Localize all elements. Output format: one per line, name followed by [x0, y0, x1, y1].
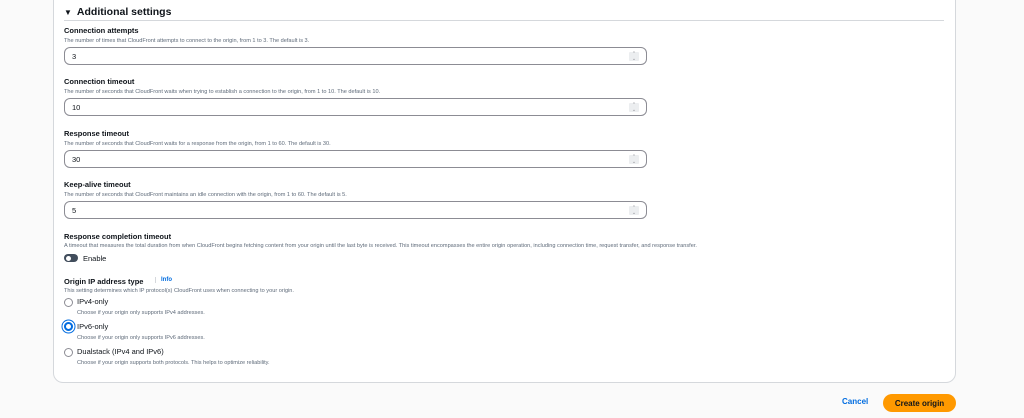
radio-label: IPv6-only [77, 322, 109, 331]
keepalive-timeout-label: Keep-alive timeout [64, 180, 131, 189]
connection-attempts-input[interactable]: 3 ⌃ ⌄ [64, 47, 647, 65]
completion-timeout-description: A timeout that measures the total durati… [64, 243, 697, 249]
input-value: 30 [72, 154, 81, 164]
radio-description: Choose if your origin only supports IPv6… [77, 335, 205, 341]
keepalive-timeout-description: The number of seconds that CloudFront ma… [64, 192, 347, 198]
radio-label: IPv4-only [77, 297, 109, 306]
spinner-icon[interactable]: ⌃ ⌄ [629, 52, 639, 61]
spinner-icon[interactable]: ⌃ ⌄ [629, 155, 639, 164]
enable-toggle[interactable] [64, 254, 78, 262]
radio-description: Choose if your origin only supports IPv4… [77, 310, 205, 316]
response-timeout-input[interactable]: 30 ⌃ ⌄ [64, 150, 647, 168]
input-value: 10 [72, 102, 81, 112]
input-value: 5 [72, 205, 77, 215]
connection-timeout-input[interactable]: 10 ⌃ ⌄ [64, 98, 647, 116]
connection-timeout-label: Connection timeout [64, 77, 135, 86]
enable-label: Enable [83, 254, 107, 263]
divider [64, 20, 944, 21]
info-link[interactable]: Info [155, 277, 172, 283]
keepalive-timeout-input[interactable]: 5 ⌃ ⌄ [64, 201, 647, 219]
connection-timeout-description: The number of seconds that CloudFront wa… [64, 89, 381, 95]
caret-down-icon: ▼ [64, 7, 72, 17]
spinner-icon[interactable]: ⌃ ⌄ [629, 103, 639, 112]
section-title: Additional settings [76, 6, 172, 18]
connection-attempts-label: Connection attempts [64, 26, 139, 35]
response-timeout-label: Response timeout [64, 129, 130, 138]
create-origin-button[interactable]: Create origin [883, 394, 956, 412]
cancel-button[interactable]: Cancel [842, 397, 868, 406]
radio-ipv6-only[interactable] [64, 322, 73, 331]
radio-ipv4-only[interactable] [64, 298, 73, 307]
additional-settings-toggle[interactable]: ▼ Additional settings [64, 6, 171, 18]
ip-type-label: Origin IP address type [64, 277, 144, 286]
radio-dualstack[interactable] [64, 348, 73, 357]
radio-description: Choose if your origin supports both prot… [77, 360, 270, 366]
connection-attempts-description: The number of times that CloudFront atte… [64, 38, 310, 44]
input-value: 3 [72, 51, 77, 61]
completion-timeout-label: Response completion timeout [64, 232, 172, 241]
ip-type-description: This setting determines which IP protoco… [64, 288, 294, 294]
radio-label: Dualstack (IPv4 and IPv6) [77, 347, 164, 356]
spinner-icon[interactable]: ⌃ ⌄ [629, 206, 639, 215]
response-timeout-description: The number of seconds that CloudFront wa… [64, 141, 331, 147]
